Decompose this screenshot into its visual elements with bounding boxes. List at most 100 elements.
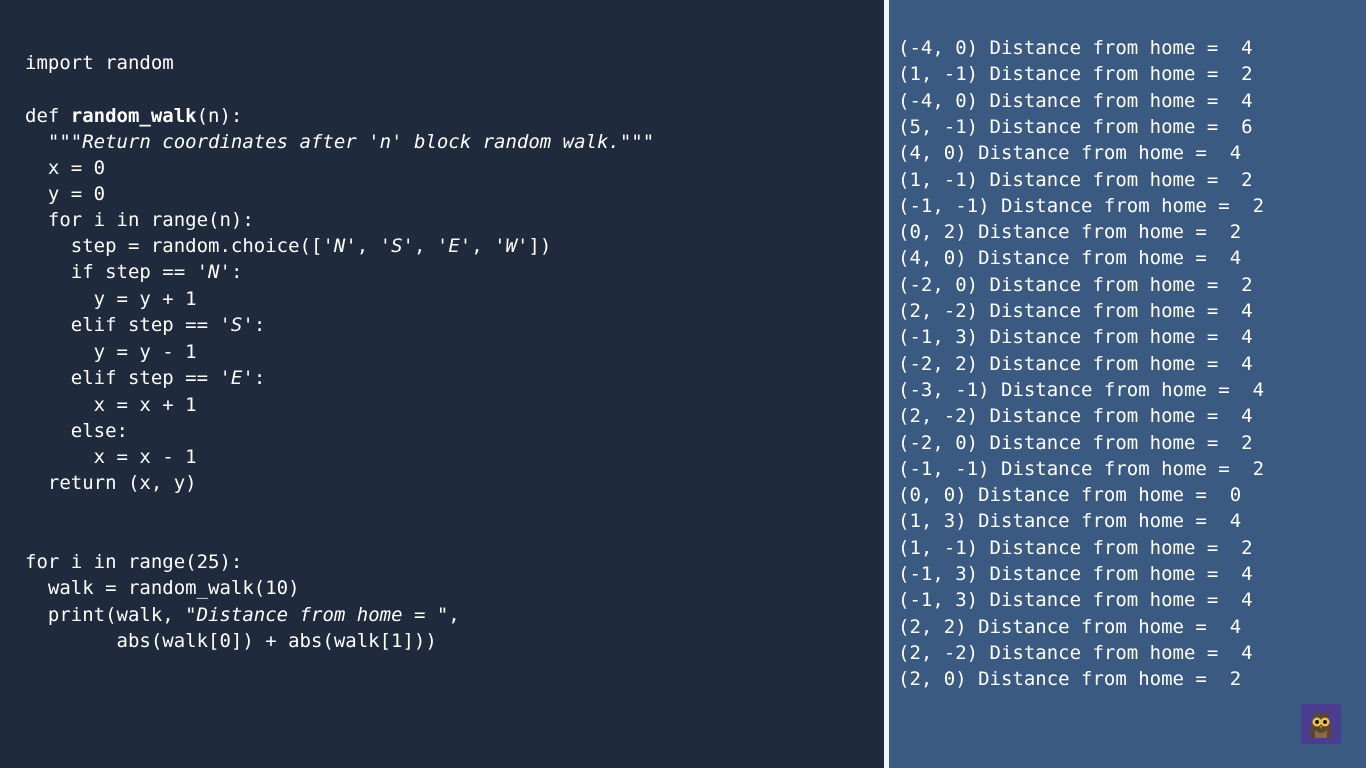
code-line: y = 0 [25, 181, 105, 207]
code-token: 'N' [322, 235, 357, 257]
code-token: random_walk [70, 105, 197, 127]
code-line: def random_walk(n): [25, 103, 242, 129]
code-line: for i in range(n): [25, 207, 254, 233]
console-output-line: (2, -2) Distance from home = 4 [898, 300, 1253, 322]
code-line: abs(walk[0]) + abs(walk[1])) [25, 628, 437, 654]
code-line: x = x + 1 [25, 392, 197, 418]
code-token: """Return coordinates after 'n' block ra… [47, 131, 655, 153]
code-token: return (x, y) [47, 472, 197, 494]
code-line: elif step == 'S': [25, 312, 266, 338]
console-output-line: (-3, -1) Distance from home = 4 [898, 379, 1265, 401]
console-output-line: (0, 2) Distance from home = 2 [898, 221, 1242, 243]
code-token: : [230, 261, 243, 283]
code-line: if step == 'N': [25, 259, 243, 285]
console-output-line: (-2, 0) Distance from home = 2 [898, 432, 1253, 454]
console-output-line: (0, 0) Distance from home = 0 [898, 484, 1242, 506]
code-token: ]) [528, 235, 552, 257]
code-line: y = y - 1 [25, 339, 197, 365]
code-line: elif step == 'E': [25, 365, 266, 391]
code-token: print(walk, [47, 604, 186, 626]
code-token: , [471, 235, 495, 257]
code-line: x = 0 [25, 155, 105, 181]
code-token: for i in range(25): [25, 551, 243, 573]
code-token: , [413, 235, 437, 257]
console-output-line: (-1, -1) Distance from home = 2 [898, 458, 1265, 480]
code-token: abs(walk[0]) + abs(walk[1])) [116, 630, 437, 652]
code-token: "Distance from home = " [185, 604, 449, 626]
console-output-line: (2, -2) Distance from home = 4 [898, 642, 1253, 664]
console-output-line: (-1, 3) Distance from home = 4 [898, 326, 1253, 348]
console-output-line: (2, -2) Distance from home = 4 [898, 405, 1253, 427]
code-token: 'S' [379, 235, 414, 257]
console-output-line: (1, -1) Distance from home = 2 [898, 169, 1253, 191]
code-token: 'W' [494, 235, 529, 257]
code-token: else: [70, 420, 128, 442]
code-token: 'S' [219, 314, 254, 336]
code-token: : [253, 367, 266, 389]
console-output-line: (-1, 3) Distance from home = 4 [898, 563, 1253, 585]
code-token: y = y - 1 [93, 341, 197, 363]
console-output-line: (-4, 0) Distance from home = 4 [898, 37, 1253, 59]
code-token: import random [25, 52, 174, 74]
console-output-line: (-2, 0) Distance from home = 2 [898, 274, 1253, 296]
code-token: def [25, 105, 71, 127]
code-token: (n): [196, 105, 243, 127]
code-token: x = x + 1 [93, 394, 197, 416]
console-output-line: (1, -1) Distance from home = 2 [898, 537, 1253, 559]
code-token: y = 0 [47, 183, 106, 205]
code-line: step = random.choice(['N', 'S', 'E', 'W'… [25, 233, 552, 259]
code-token: : [253, 314, 266, 336]
code-token: elif step == [70, 314, 220, 336]
code-token: , [448, 604, 460, 626]
code-token: 'E' [436, 235, 472, 257]
code-line: walk = random_walk(10) [25, 575, 300, 601]
console-output-line: (-1, -1) Distance from home = 2 [898, 195, 1265, 217]
owl-icon [1301, 704, 1341, 744]
code-token: , [356, 235, 380, 257]
console-output-line: (1, 3) Distance from home = 4 [898, 510, 1242, 532]
code-token: 'E' [219, 367, 254, 389]
code-line: print(walk, "Distance from home = ", [25, 602, 460, 628]
code-line: y = y + 1 [25, 286, 197, 312]
console-output-line: (4, 0) Distance from home = 4 [898, 247, 1242, 269]
code-token: for i in range(n): [47, 209, 254, 231]
code-line: return (x, y) [25, 470, 197, 496]
code-line: for i in range(25): [25, 549, 242, 575]
console-output-line: (2, 0) Distance from home = 2 [898, 668, 1242, 690]
code-token: walk = random_walk(10) [47, 577, 300, 599]
code-line: x = x - 1 [25, 444, 197, 470]
console-output-line: (2, 2) Distance from home = 4 [898, 616, 1242, 638]
code-line: import random [25, 50, 174, 76]
console-output-line: (-1, 3) Distance from home = 4 [898, 589, 1253, 611]
code-token: step = random.choice([ [70, 235, 323, 257]
code-token: x = 0 [47, 157, 106, 179]
console-output-line: (1, -1) Distance from home = 2 [898, 63, 1253, 85]
console-output-line: (-2, 2) Distance from home = 4 [898, 353, 1253, 375]
screen: import random def random_walk(n): """Retu… [0, 0, 1366, 768]
console-output-line: (4, 0) Distance from home = 4 [898, 142, 1242, 164]
code-token: x = x - 1 [93, 446, 197, 468]
console-output-line: (5, -1) Distance from home = 6 [898, 116, 1253, 138]
code-line: """Return coordinates after 'n' block ra… [25, 129, 654, 155]
code-token: y = y + 1 [93, 288, 197, 310]
code-token: 'N' [196, 261, 231, 283]
code-editor-panel: import random def random_walk(n): """Retu… [0, 0, 884, 768]
code-token: elif step == [70, 367, 220, 389]
